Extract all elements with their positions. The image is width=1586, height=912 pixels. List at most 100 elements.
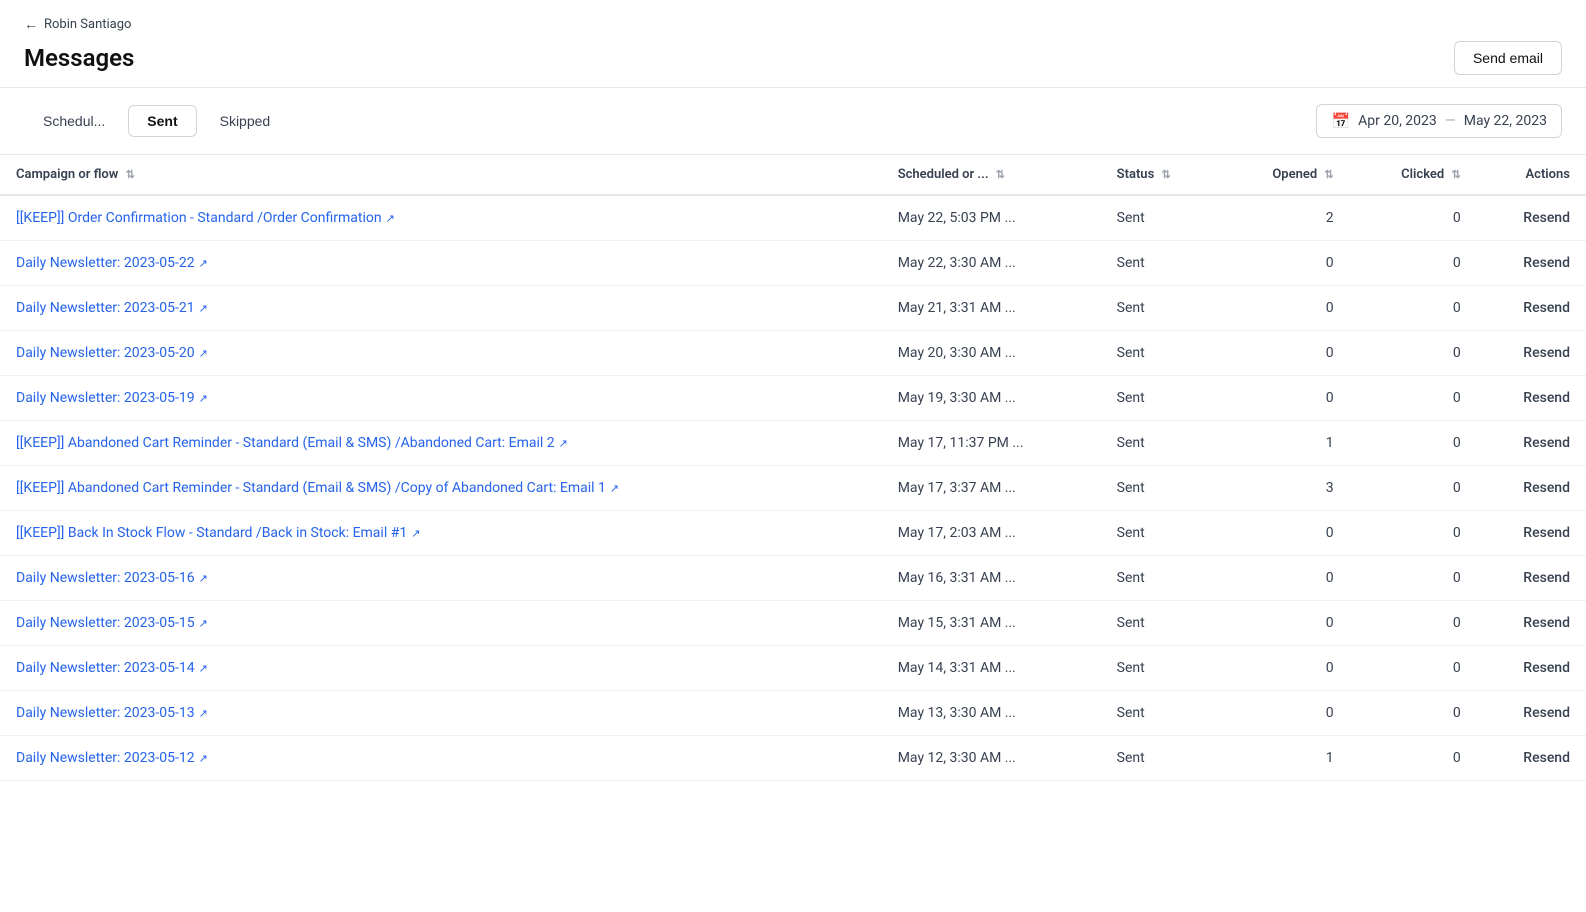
cell-clicked-1: 0 bbox=[1350, 241, 1477, 286]
back-link[interactable]: ← Robin Santiago bbox=[24, 16, 131, 33]
cell-action-10[interactable]: Resend bbox=[1477, 646, 1586, 691]
cell-scheduled-4: May 19, 3:30 AM ... bbox=[882, 376, 1101, 421]
cell-campaign-9[interactable]: Daily Newsletter: 2023-05-15 ↗ bbox=[0, 601, 882, 646]
sort-clicked-icon: ⇅ bbox=[1451, 168, 1460, 181]
external-link-icon: ↗ bbox=[199, 707, 208, 720]
table-row: Daily Newsletter: 2023-05-21 ↗ May 21, 3… bbox=[0, 286, 1586, 331]
sort-opened-icon: ⇅ bbox=[1324, 168, 1333, 181]
cell-opened-10: 0 bbox=[1220, 646, 1350, 691]
cell-scheduled-10: May 14, 3:31 AM ... bbox=[882, 646, 1101, 691]
cell-action-9[interactable]: Resend bbox=[1477, 601, 1586, 646]
cell-scheduled-8: May 16, 3:31 AM ... bbox=[882, 556, 1101, 601]
tab-skipped[interactable]: Skipped bbox=[201, 105, 290, 137]
cell-campaign-8[interactable]: Daily Newsletter: 2023-05-16 ↗ bbox=[0, 556, 882, 601]
cell-campaign-7[interactable]: [[KEEP]] Back In Stock Flow - Standard /… bbox=[0, 511, 882, 556]
page-title: Messages bbox=[24, 44, 134, 72]
external-link-icon: ↗ bbox=[610, 482, 619, 495]
cell-opened-2: 0 bbox=[1220, 286, 1350, 331]
date-range-picker[interactable]: 📅 Apr 20, 2023 — May 22, 2023 bbox=[1316, 104, 1562, 138]
col-status[interactable]: Status ⇅ bbox=[1101, 155, 1220, 195]
cell-clicked-12: 0 bbox=[1350, 736, 1477, 781]
external-link-icon: ↗ bbox=[411, 527, 420, 540]
sort-scheduled-icon: ⇅ bbox=[996, 168, 1005, 181]
cell-campaign-1[interactable]: Daily Newsletter: 2023-05-22 ↗ bbox=[0, 241, 882, 286]
col-actions: Actions bbox=[1477, 155, 1586, 195]
cell-action-7[interactable]: Resend bbox=[1477, 511, 1586, 556]
cell-status-10: Sent bbox=[1101, 646, 1220, 691]
external-link-icon: ↗ bbox=[199, 302, 208, 315]
table-row: Daily Newsletter: 2023-05-22 ↗ May 22, 3… bbox=[0, 241, 1586, 286]
cell-campaign-12[interactable]: Daily Newsletter: 2023-05-12 ↗ bbox=[0, 736, 882, 781]
cell-clicked-6: 0 bbox=[1350, 466, 1477, 511]
cell-scheduled-2: May 21, 3:31 AM ... bbox=[882, 286, 1101, 331]
cell-status-7: Sent bbox=[1101, 511, 1220, 556]
cell-clicked-0: 0 bbox=[1350, 195, 1477, 241]
table-row: Daily Newsletter: 2023-05-20 ↗ May 20, 3… bbox=[0, 331, 1586, 376]
cell-action-11[interactable]: Resend bbox=[1477, 691, 1586, 736]
cell-scheduled-0: May 22, 5:03 PM ... bbox=[882, 195, 1101, 241]
table-row: Daily Newsletter: 2023-05-16 ↗ May 16, 3… bbox=[0, 556, 1586, 601]
cell-campaign-6[interactable]: [[KEEP]] Abandoned Cart Reminder - Stand… bbox=[0, 466, 882, 511]
cell-action-0[interactable]: Resend bbox=[1477, 195, 1586, 241]
cell-scheduled-9: May 15, 3:31 AM ... bbox=[882, 601, 1101, 646]
cell-opened-4: 0 bbox=[1220, 376, 1350, 421]
cell-clicked-9: 0 bbox=[1350, 601, 1477, 646]
table-row: [[KEEP]] Abandoned Cart Reminder - Stand… bbox=[0, 466, 1586, 511]
cell-action-4[interactable]: Resend bbox=[1477, 376, 1586, 421]
table-row: Daily Newsletter: 2023-05-19 ↗ May 19, 3… bbox=[0, 376, 1586, 421]
cell-opened-11: 0 bbox=[1220, 691, 1350, 736]
calendar-icon: 📅 bbox=[1331, 112, 1350, 130]
external-link-icon: ↗ bbox=[199, 257, 208, 270]
cell-opened-3: 0 bbox=[1220, 331, 1350, 376]
cell-status-12: Sent bbox=[1101, 736, 1220, 781]
col-clicked[interactable]: Clicked ⇅ bbox=[1350, 155, 1477, 195]
cell-status-8: Sent bbox=[1101, 556, 1220, 601]
table-row: Daily Newsletter: 2023-05-12 ↗ May 12, 3… bbox=[0, 736, 1586, 781]
cell-clicked-11: 0 bbox=[1350, 691, 1477, 736]
tab-scheduled[interactable]: Schedul... bbox=[24, 105, 124, 137]
cell-campaign-5[interactable]: [[KEEP]] Abandoned Cart Reminder - Stand… bbox=[0, 421, 882, 466]
cell-campaign-3[interactable]: Daily Newsletter: 2023-05-20 ↗ bbox=[0, 331, 882, 376]
cell-action-3[interactable]: Resend bbox=[1477, 331, 1586, 376]
back-arrow-icon: ← bbox=[24, 16, 38, 33]
table-row: Daily Newsletter: 2023-05-15 ↗ May 15, 3… bbox=[0, 601, 1586, 646]
cell-action-1[interactable]: Resend bbox=[1477, 241, 1586, 286]
cell-clicked-7: 0 bbox=[1350, 511, 1477, 556]
col-campaign[interactable]: Campaign or flow ⇅ bbox=[0, 155, 882, 195]
external-link-icon: ↗ bbox=[199, 617, 208, 630]
cell-status-11: Sent bbox=[1101, 691, 1220, 736]
cell-opened-8: 0 bbox=[1220, 556, 1350, 601]
cell-status-6: Sent bbox=[1101, 466, 1220, 511]
cell-scheduled-1: May 22, 3:30 AM ... bbox=[882, 241, 1101, 286]
table-row: Daily Newsletter: 2023-05-13 ↗ May 13, 3… bbox=[0, 691, 1586, 736]
cell-campaign-2[interactable]: Daily Newsletter: 2023-05-21 ↗ bbox=[0, 286, 882, 331]
external-link-icon: ↗ bbox=[199, 347, 208, 360]
col-scheduled[interactable]: Scheduled or ... ⇅ bbox=[882, 155, 1101, 195]
messages-table: Campaign or flow ⇅ Scheduled or ... ⇅ St… bbox=[0, 155, 1586, 781]
cell-scheduled-11: May 13, 3:30 AM ... bbox=[882, 691, 1101, 736]
col-opened[interactable]: Opened ⇅ bbox=[1220, 155, 1350, 195]
cell-action-6[interactable]: Resend bbox=[1477, 466, 1586, 511]
cell-action-8[interactable]: Resend bbox=[1477, 556, 1586, 601]
cell-status-3: Sent bbox=[1101, 331, 1220, 376]
cell-scheduled-12: May 12, 3:30 AM ... bbox=[882, 736, 1101, 781]
date-end: May 22, 2023 bbox=[1464, 113, 1547, 129]
cell-campaign-4[interactable]: Daily Newsletter: 2023-05-19 ↗ bbox=[0, 376, 882, 421]
cell-clicked-5: 0 bbox=[1350, 421, 1477, 466]
cell-action-12[interactable]: Resend bbox=[1477, 736, 1586, 781]
table-row: [[KEEP]] Back In Stock Flow - Standard /… bbox=[0, 511, 1586, 556]
cell-action-2[interactable]: Resend bbox=[1477, 286, 1586, 331]
cell-action-5[interactable]: Resend bbox=[1477, 421, 1586, 466]
cell-campaign-11[interactable]: Daily Newsletter: 2023-05-13 ↗ bbox=[0, 691, 882, 736]
cell-opened-7: 0 bbox=[1220, 511, 1350, 556]
cell-campaign-10[interactable]: Daily Newsletter: 2023-05-14 ↗ bbox=[0, 646, 882, 691]
send-email-button[interactable]: Send email bbox=[1454, 41, 1562, 75]
cell-scheduled-3: May 20, 3:30 AM ... bbox=[882, 331, 1101, 376]
tab-sent[interactable]: Sent bbox=[128, 105, 196, 137]
date-dash: — bbox=[1445, 113, 1456, 129]
cell-scheduled-5: May 17, 11:37 PM ... bbox=[882, 421, 1101, 466]
cell-opened-5: 1 bbox=[1220, 421, 1350, 466]
cell-campaign-0[interactable]: [[KEEP]] Order Confirmation - Standard /… bbox=[0, 195, 882, 241]
table-row: [[KEEP]] Abandoned Cart Reminder - Stand… bbox=[0, 421, 1586, 466]
cell-clicked-3: 0 bbox=[1350, 331, 1477, 376]
